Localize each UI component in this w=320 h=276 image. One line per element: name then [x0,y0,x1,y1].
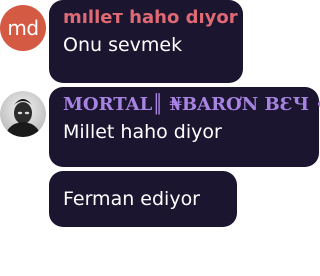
avatar-photo-icon [0,91,46,137]
avatar[interactable] [0,91,46,137]
message-bubble: Ferman ediyor [49,171,237,227]
message-bubble: mılleт haho dıyor Onu sevmek [49,0,243,83]
message-text: Onu sevmek [63,34,183,56]
avatar[interactable]: md [0,5,46,51]
message-text: Ferman ediyor [63,188,200,210]
message-text: Millet haho diyor [63,121,222,143]
sender-name[interactable]: MORTAL║ ₦BARƠN BƐЧ • [63,94,320,116]
sender-name[interactable]: mılleт haho dıyor [63,7,238,29]
message-bubble: MORTAL║ ₦BARƠN BƐЧ • Millet haho diyor [49,87,320,167]
